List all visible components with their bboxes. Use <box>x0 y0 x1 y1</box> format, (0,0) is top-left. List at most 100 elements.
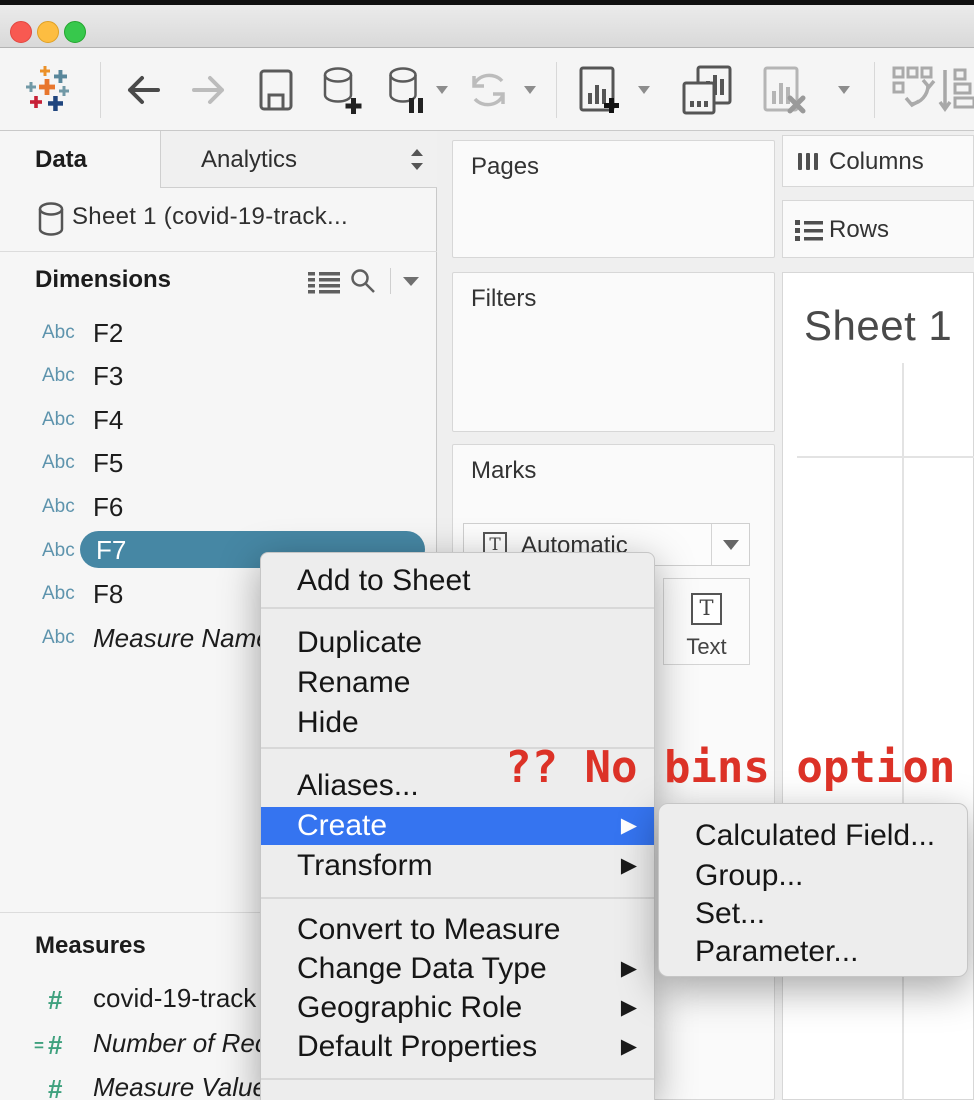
string-type-icon: Abc <box>42 496 75 518</box>
submenu-item-calculated-field[interactable]: Calculated Field... <box>659 817 967 855</box>
mark-type-caret-button[interactable] <box>711 524 749 565</box>
field-label: F4 <box>93 405 123 436</box>
dimensions-header: Dimensions <box>35 266 171 294</box>
string-type-icon: Abc <box>42 627 75 649</box>
menu-item-hide[interactable]: Hide <box>261 703 654 743</box>
menu-item-label: Default Properties <box>297 1030 537 1063</box>
field-label: F3 <box>93 361 123 392</box>
menu-item-rename[interactable]: Rename <box>261 663 654 703</box>
field-row-f2[interactable]: Abc F2 <box>0 318 437 348</box>
toolbar-separator <box>556 62 557 118</box>
pause-dropdown-caret[interactable] <box>436 86 448 94</box>
add-datasource-icon[interactable] <box>322 66 366 116</box>
field-row-f3[interactable]: Abc F3 <box>0 361 437 391</box>
clear-dropdown-caret[interactable] <box>838 86 850 94</box>
number-type-icon: # <box>48 1030 62 1061</box>
menu-item-add-to-sheet[interactable]: Add to Sheet <box>261 561 654 601</box>
calculated-field-icon: = <box>34 1036 44 1056</box>
pane-divider <box>0 251 437 252</box>
field-row-f5[interactable]: Abc F5 <box>0 448 437 478</box>
toolbar <box>0 48 974 131</box>
string-type-icon: Abc <box>42 365 75 387</box>
field-label: F2 <box>93 318 123 349</box>
field-label: Measure Names <box>93 623 284 654</box>
field-label: F8 <box>93 579 123 610</box>
columns-label: Columns <box>829 148 924 176</box>
toolbar-separator <box>100 62 101 118</box>
pages-shelf[interactable]: Pages <box>452 140 775 258</box>
rows-icon <box>795 219 824 241</box>
datasource-label: Sheet 1 (covid-19-track... <box>72 203 348 231</box>
field-label: F5 <box>93 448 123 479</box>
forward-icon[interactable] <box>190 72 230 108</box>
menu-item-geographic-role[interactable]: Geographic Role ▶ <box>261 988 654 1028</box>
text-mark-icon: T <box>691 593 722 625</box>
header-divider <box>390 268 391 294</box>
tab-data[interactable]: Data <box>0 131 160 188</box>
save-icon[interactable] <box>258 68 294 112</box>
field-label: covid-19-track <box>93 983 256 1014</box>
string-type-icon: Abc <box>42 583 75 605</box>
rows-shelf[interactable]: Rows <box>782 200 974 258</box>
refresh-icon[interactable] <box>466 68 512 112</box>
menu-item-duplicate[interactable]: Duplicate <box>261 623 654 663</box>
menu-item-change-data-type[interactable]: Change Data Type ▶ <box>261 949 654 989</box>
new-worksheet-icon[interactable] <box>578 65 626 117</box>
menu-item-transform[interactable]: Transform ▶ <box>261 846 654 886</box>
string-type-icon: Abc <box>42 322 75 344</box>
caret-down-icon <box>723 540 739 550</box>
pane-updown-icon[interactable] <box>409 148 425 171</box>
minimize-button[interactable] <box>37 21 59 43</box>
menu-item-label: Transform <box>297 849 433 882</box>
string-type-icon: Abc <box>42 409 75 431</box>
text-button-label: Text <box>664 634 749 660</box>
duplicate-worksheet-icon[interactable] <box>680 65 734 117</box>
field-row-f6[interactable]: Abc F6 <box>0 492 437 522</box>
sheet-title: Sheet 1 <box>804 302 952 350</box>
number-type-icon: # <box>48 1074 62 1100</box>
dimensions-menu-caret-icon[interactable] <box>402 276 420 287</box>
tableau-window: Data Analytics Sheet 1 (covid-19-track..… <box>0 0 974 1100</box>
titlebar <box>0 5 974 48</box>
menu-item-default-properties[interactable]: Default Properties ▶ <box>261 1027 654 1067</box>
tab-analytics[interactable]: Analytics <box>160 131 437 188</box>
menu-separator <box>261 607 654 609</box>
text-mark-button[interactable]: T Text <box>663 578 750 665</box>
toolbar-separator <box>874 62 875 118</box>
measures-header: Measures <box>35 932 146 960</box>
rows-label: Rows <box>829 216 889 244</box>
field-context-menu: Add to Sheet Duplicate Rename Hide Alias… <box>260 552 655 1100</box>
create-submenu: Calculated Field... Group... Set... Para… <box>658 803 968 977</box>
field-label: Measure Values <box>93 1072 280 1100</box>
marks-label: Marks <box>471 457 536 485</box>
pages-label: Pages <box>471 153 539 181</box>
datasource-row[interactable]: Sheet 1 (covid-19-track... <box>0 189 437 251</box>
refresh-dropdown-caret[interactable] <box>524 86 536 94</box>
submenu-arrow-icon: ▶ <box>621 949 637 989</box>
pause-auto-updates-icon[interactable] <box>388 66 428 116</box>
submenu-arrow-icon: ▶ <box>621 988 637 1028</box>
field-row-f4[interactable]: Abc F4 <box>0 405 437 435</box>
columns-shelf[interactable]: Columns <box>782 135 974 187</box>
menu-item-label: Geographic Role <box>297 991 522 1024</box>
menu-separator <box>261 897 654 899</box>
close-button[interactable] <box>10 21 32 43</box>
submenu-item-group[interactable]: Group... <box>659 857 967 895</box>
filters-shelf[interactable]: Filters <box>452 272 775 432</box>
submenu-item-parameter[interactable]: Parameter... <box>659 933 967 971</box>
menu-item-create[interactable]: Create ▶ <box>261 807 654 845</box>
string-type-icon: Abc <box>42 452 75 474</box>
search-icon[interactable] <box>350 268 377 295</box>
menu-item-convert-to-measure[interactable]: Convert to Measure <box>261 910 654 950</box>
new-worksheet-dropdown-caret[interactable] <box>638 86 650 94</box>
field-label: F6 <box>93 492 123 523</box>
submenu-arrow-icon: ▶ <box>621 1027 637 1067</box>
view-list-icon[interactable] <box>308 270 340 294</box>
submenu-arrow-icon: ▶ <box>621 846 637 886</box>
submenu-item-set[interactable]: Set... <box>659 895 967 933</box>
sort-ascending-icon[interactable] <box>938 66 974 116</box>
back-icon[interactable] <box>122 72 162 108</box>
zoom-button[interactable] <box>64 21 86 43</box>
swap-rows-columns-icon <box>892 66 938 116</box>
menu-item-label: Create <box>297 809 387 842</box>
